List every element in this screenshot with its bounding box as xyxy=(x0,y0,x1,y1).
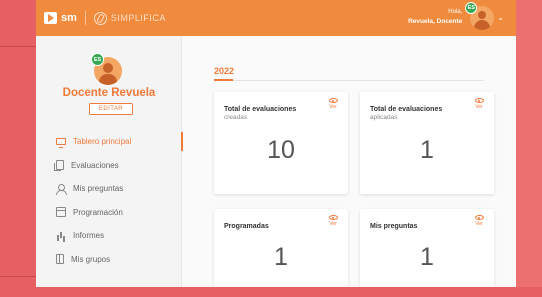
language-badge: ES xyxy=(91,53,104,66)
view-link[interactable]: Ver xyxy=(326,215,340,227)
stat-card-applied: Total de evaluaciones aplicadas Ver 1 xyxy=(360,92,494,194)
view-label: Ver xyxy=(329,221,337,227)
background-panel-left xyxy=(0,0,36,297)
user-avatar[interactable]: ES xyxy=(465,2,495,30)
greeting-text: Hola, xyxy=(448,9,463,15)
app-window: sm SIMPLIFICA Hola, Revuela, Docente ES … xyxy=(36,0,516,287)
user-icon xyxy=(56,183,67,195)
view-link[interactable]: Ver xyxy=(472,215,486,227)
eye-icon xyxy=(328,98,338,103)
stat-card-questions: Mis preguntas Ver 1 xyxy=(360,209,494,287)
sidebar-item-mis-preguntas[interactable]: Mis preguntas xyxy=(36,177,182,201)
card-value: 10 xyxy=(267,136,295,164)
bar-chart-icon xyxy=(56,231,66,241)
user-greeting: Hola, Revuela, Docente xyxy=(408,8,462,26)
year-tab-indicator xyxy=(214,79,233,81)
view-label: Ver xyxy=(475,104,483,110)
sidebar-item-label: Evaluaciones xyxy=(71,160,119,170)
dashboard-main: 2022 Total de evaluaciones creadas Ver 1… xyxy=(183,36,516,287)
background-panel-bottom xyxy=(0,287,542,297)
sidebar-nav: Tablero principal Evaluaciones Mis pregu… xyxy=(36,130,183,272)
eye-icon xyxy=(328,215,338,220)
view-link[interactable]: Ver xyxy=(472,98,486,110)
card-title: Total de evaluaciones xyxy=(224,106,297,113)
book-icon xyxy=(56,254,64,265)
card-title: Mis preguntas xyxy=(370,223,418,230)
sidebar-item-tablero-principal[interactable]: Tablero principal xyxy=(36,130,183,154)
chevron-down-icon[interactable]: ⌄ xyxy=(497,13,504,22)
sidebar: ES Docente Revuela EDITAR Tablero princi… xyxy=(36,36,183,287)
sidebar-item-evaluaciones[interactable]: Evaluaciones xyxy=(36,154,182,178)
profile-name: Docente Revuela xyxy=(62,87,156,99)
edit-profile-button[interactable]: EDITAR xyxy=(89,103,133,115)
stat-card-created: Total de evaluaciones creadas Ver 10 xyxy=(214,92,348,194)
brand-name: SIMPLIFICA xyxy=(110,13,166,23)
monitor-icon xyxy=(56,138,66,149)
year-tab[interactable]: 2022 xyxy=(214,66,234,76)
user-menu[interactable]: Hola, Revuela, Docente ES ⌄ xyxy=(408,2,504,30)
stat-card-scheduled: Programadas Ver 1 xyxy=(214,209,348,287)
sidebar-item-mis-grupos[interactable]: Mis grupos xyxy=(36,248,182,272)
logo-text: sm xyxy=(61,12,77,24)
card-value: 1 xyxy=(420,243,434,271)
card-subtitle: aplicadas xyxy=(370,114,398,121)
logo-divider xyxy=(84,11,86,25)
view-label: Ver xyxy=(329,104,337,110)
sidebar-item-label: Mis grupos xyxy=(71,254,111,264)
simplifica-logo-icon xyxy=(93,11,107,25)
sidebar-item-programacion[interactable]: Programación xyxy=(36,201,182,225)
sidebar-item-informes[interactable]: Informes xyxy=(36,224,182,248)
calendar-icon xyxy=(56,207,66,218)
sm-logo[interactable]: sm xyxy=(44,12,77,24)
top-bar: sm SIMPLIFICA Hola, Revuela, Docente ES … xyxy=(36,0,516,36)
card-title: Total de evaluaciones xyxy=(370,106,443,113)
eye-icon xyxy=(474,215,484,220)
sidebar-item-label: Mis preguntas xyxy=(73,184,124,194)
year-divider xyxy=(214,80,484,81)
card-subtitle: creadas xyxy=(224,114,248,121)
copy-icon xyxy=(54,160,64,172)
card-value: 1 xyxy=(274,243,288,271)
card-value: 1 xyxy=(420,136,434,164)
eye-icon xyxy=(474,98,484,103)
play-logo-icon xyxy=(44,12,57,24)
card-title: Programadas xyxy=(224,223,269,230)
background-divider xyxy=(0,276,36,277)
view-label: Ver xyxy=(475,221,483,227)
user-name: Revuela, Docente xyxy=(408,18,463,25)
sidebar-item-label: Tablero principal xyxy=(73,137,132,147)
view-link[interactable]: Ver xyxy=(326,98,340,110)
sidebar-item-label: Informes xyxy=(73,231,105,241)
background-divider xyxy=(0,46,36,47)
sidebar-item-label: Programación xyxy=(73,207,123,217)
profile-avatar: ES xyxy=(91,53,123,86)
